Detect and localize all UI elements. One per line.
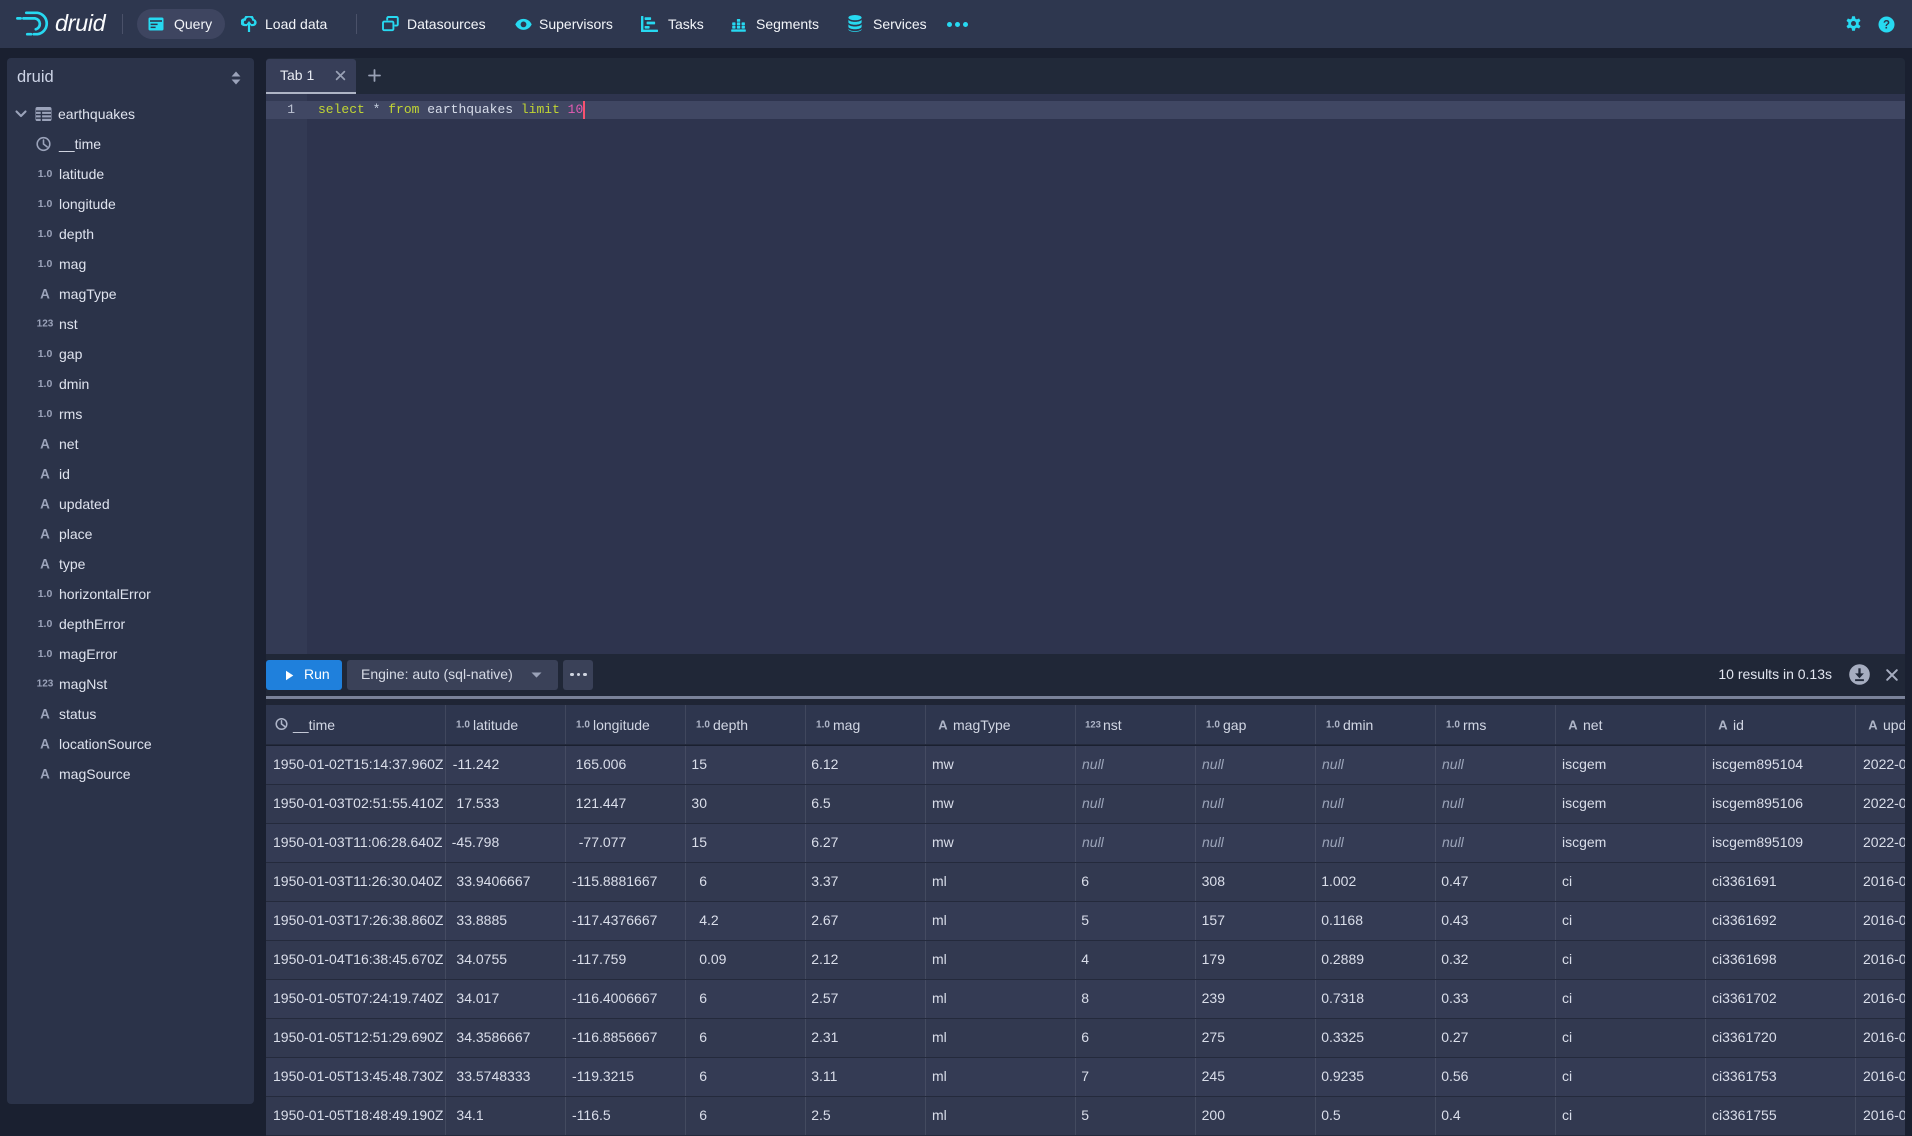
svg-text:?: ?: [1883, 19, 1890, 31]
